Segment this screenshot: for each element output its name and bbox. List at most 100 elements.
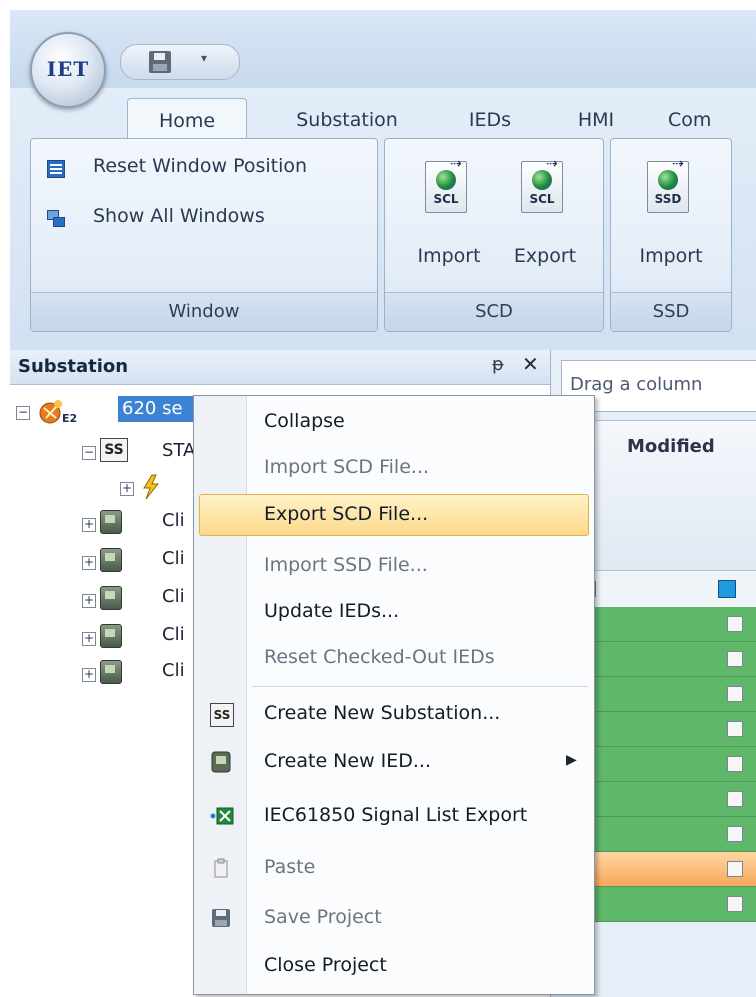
tab-hmi[interactable]: HMI <box>556 98 636 142</box>
show-all-windows-label: Show All Windows <box>93 205 265 227</box>
menu-item-label: Import SSD File... <box>264 554 428 576</box>
ribbon-group-label: SCD <box>385 292 603 331</box>
tab-substation[interactable]: Substation <box>272 98 422 142</box>
checkbox-filter-icon[interactable] <box>718 580 736 598</box>
menu-item-create-new-ied[interactable]: Create New IED... ▶ <box>194 742 594 782</box>
tree-ied-label[interactable]: Cli <box>162 548 185 569</box>
substation-icon: SS <box>100 438 128 462</box>
scd-export-label: Export <box>513 245 577 267</box>
menu-item-label: Paste <box>264 856 316 878</box>
menu-item-label: Collapse <box>264 410 345 432</box>
expand-toggle[interactable]: + <box>82 594 96 608</box>
panel-title: Substation <box>18 356 129 377</box>
menu-item-paste[interactable]: Paste <box>194 848 594 888</box>
modified-checkbox[interactable] <box>727 861 743 877</box>
menu-item-label: Create New Substation... <box>264 702 501 724</box>
ribbon-group-window: Reset Window Position Show All Windows W… <box>30 138 378 332</box>
menu-item-label: Update IEDs... <box>264 600 400 622</box>
scd-export-button[interactable]: SCL ⇢ Export <box>503 147 587 277</box>
modified-checkbox[interactable] <box>727 686 743 702</box>
quick-access-toolbar: ▾ <box>120 44 240 80</box>
menu-item-label: Close Project <box>264 954 387 976</box>
menu-item-label: Save Project <box>264 906 382 928</box>
modified-checkbox[interactable] <box>727 651 743 667</box>
reset-window-position-button[interactable]: Reset Window Position <box>47 151 367 181</box>
ied-icon <box>100 586 122 610</box>
ribbon-group-ssd: SSD ⇢ Import SSD <box>610 138 732 332</box>
tree-station-label[interactable]: STA <box>162 440 195 461</box>
menu-item-import-scd[interactable]: Import SCD File... <box>194 448 594 488</box>
substation-icon: SS <box>210 703 234 727</box>
reset-window-icon <box>47 157 65 178</box>
ssd-import-button[interactable]: SSD ⇢ Import <box>629 147 713 277</box>
pin-icon[interactable]: ᵽ <box>492 354 504 375</box>
excel-export-icon <box>210 805 234 827</box>
title-bar <box>10 10 756 88</box>
menu-item-import-ssd[interactable]: Import SSD File... <box>194 546 594 586</box>
ribbon-group-label: SSD <box>611 292 731 331</box>
show-all-windows-button[interactable]: Show All Windows <box>47 201 367 231</box>
modified-checkbox[interactable] <box>727 756 743 772</box>
save-icon[interactable] <box>149 51 171 73</box>
menu-item-create-new-substation[interactable]: SS Create New Substation... <box>194 694 594 734</box>
ied-icon <box>210 751 232 773</box>
ribbon-group-scd: SCL ⇢ Import SCL ⇢ Export SCD <box>384 138 604 332</box>
tree-ied-label[interactable]: Cli <box>162 660 185 681</box>
context-menu: Collapse Import SCD File... Export SCD F… <box>193 395 595 995</box>
modified-checkbox[interactable] <box>727 896 743 912</box>
tab-com[interactable]: Com <box>668 98 756 142</box>
app-logo-text: IET <box>46 57 90 81</box>
customize-toolbar-dropdown-icon[interactable]: ▾ <box>195 51 213 71</box>
scl-import-icon: SCL ⇢ <box>425 156 467 213</box>
panel-header: Substation ᵽ ✕ <box>10 350 550 385</box>
ied-icon <box>100 660 122 684</box>
menu-item-label: Export SCD File... <box>264 503 429 525</box>
modified-checkbox[interactable] <box>727 791 743 807</box>
menu-item-update-ieds[interactable]: Update IEDs... <box>194 592 594 632</box>
clipboard-icon <box>210 857 232 879</box>
menu-item-collapse[interactable]: Collapse <box>194 402 594 442</box>
ied-icon <box>100 624 122 648</box>
menu-separator <box>252 686 588 687</box>
expand-toggle[interactable]: + <box>82 556 96 570</box>
tree-ied-label[interactable]: Cli <box>162 624 185 645</box>
submenu-arrow-icon: ▶ <box>566 752 577 768</box>
scd-import-button[interactable]: SCL ⇢ Import <box>407 147 491 277</box>
reset-window-position-label: Reset Window Position <box>93 155 308 177</box>
modified-checkbox[interactable] <box>727 721 743 737</box>
modified-checkbox[interactable] <box>727 826 743 842</box>
voltage-level-icon <box>138 474 164 500</box>
menu-item-iec61850-signal-list-export[interactable]: IEC61850 Signal List Export <box>194 796 594 836</box>
ied-icon <box>100 548 122 572</box>
application-menu-button[interactable]: IET <box>30 32 106 108</box>
menu-item-close-project[interactable]: Close Project <box>194 946 594 986</box>
tree-ied-label[interactable]: Cli <box>162 510 185 531</box>
modified-checkbox[interactable] <box>727 616 743 632</box>
show-all-windows-icon <box>47 207 65 227</box>
expand-toggle[interactable]: + <box>82 668 96 682</box>
expand-toggle[interactable]: + <box>82 632 96 646</box>
tree-ied-label[interactable]: Cli <box>162 586 185 607</box>
expand-toggle[interactable]: + <box>120 482 134 496</box>
ribbon-group-label: Window <box>31 292 377 331</box>
save-icon <box>210 907 232 929</box>
menu-item-label: Reset Checked-Out IEDs <box>264 646 495 668</box>
tab-ieds[interactable]: IEDs <box>450 98 530 142</box>
menu-item-label: Create New IED... <box>264 750 432 772</box>
collapse-toggle[interactable]: − <box>16 406 30 420</box>
ssd-import-icon: SSD ⇢ <box>647 156 689 213</box>
close-icon[interactable]: ✕ <box>522 352 539 376</box>
menu-item-save-project[interactable]: Save Project <box>194 898 594 938</box>
ssd-import-label: Import <box>639 245 703 267</box>
menu-item-label: IEC61850 Signal List Export <box>264 804 528 826</box>
scd-import-label: Import <box>417 245 481 267</box>
menu-item-reset-checked-out-ieds[interactable]: Reset Checked-Out IEDs <box>194 638 594 678</box>
root-badge: E2 <box>62 412 78 425</box>
modified-column-header[interactable]: Modified <box>627 436 715 457</box>
menu-item-label: Import SCD File... <box>264 456 430 478</box>
scl-export-icon: SCL ⇢ <box>521 156 563 213</box>
menu-item-export-scd[interactable]: Export SCD File... <box>199 494 589 536</box>
group-by-hint: Drag a column <box>570 374 703 395</box>
expand-toggle[interactable]: + <box>82 518 96 532</box>
collapse-toggle[interactable]: − <box>82 446 96 460</box>
